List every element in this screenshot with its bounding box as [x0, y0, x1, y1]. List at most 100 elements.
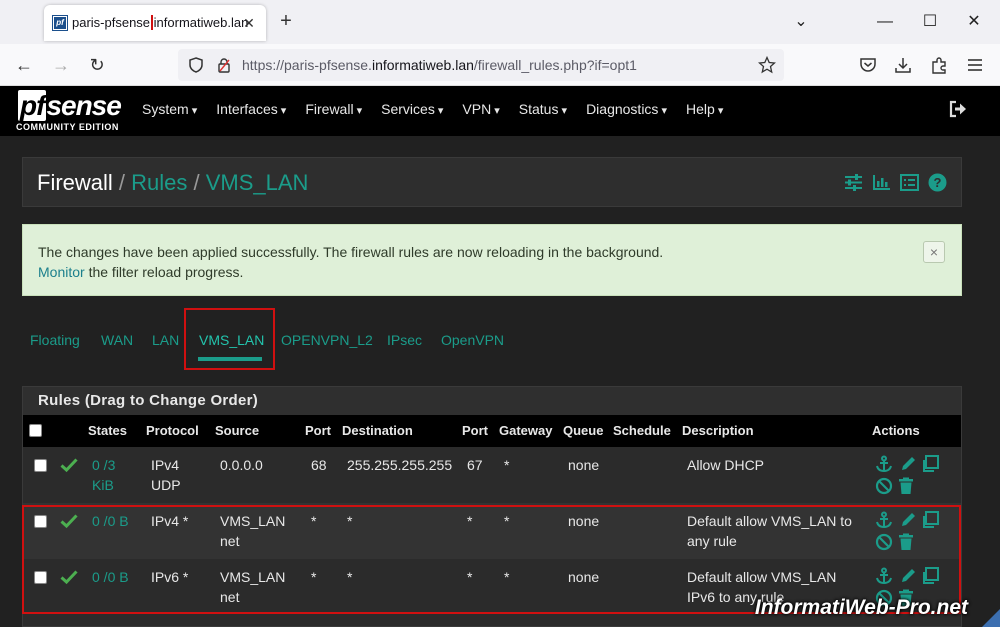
tab-lan[interactable]: LAN — [152, 332, 179, 348]
new-tab-icon[interactable]: + — [276, 11, 296, 32]
url-domain: informatiweb.lan — [371, 57, 474, 73]
disable-ban-icon[interactable] — [875, 477, 893, 495]
breadcrumb-vms-lan-link[interactable]: VMS_LAN — [206, 170, 309, 195]
back-icon[interactable]: ← — [14, 55, 34, 75]
queue-cell: none — [568, 457, 600, 473]
source-port-cell: * — [311, 513, 317, 529]
svg-text:?: ? — [934, 175, 942, 190]
states-line1: 0 /3 — [92, 457, 116, 473]
description-line1: Allow DHCP — [687, 457, 765, 473]
address-bar[interactable]: https://paris-pfsense.informatiweb.lan/f… — [178, 49, 784, 81]
protocol-line1: IPv6 * — [151, 569, 189, 585]
rules-table-header: States Protocol Source Port Destination … — [23, 415, 961, 447]
menu-help[interactable]: Help — [686, 101, 723, 117]
table-row[interactable]: 0 /3 KiB IPv4 UDP 0.0.0.0 68 255.255.255.2… — [23, 447, 961, 503]
breadcrumb-rules-link[interactable]: Rules — [131, 170, 187, 195]
hamburger-menu-icon[interactable] — [966, 56, 984, 74]
menu-vpn[interactable]: VPN — [462, 101, 499, 117]
select-all-checkbox[interactable] — [29, 424, 42, 437]
tab-openvpn-l2[interactable]: OPENVPN_L2 — [281, 332, 373, 348]
pass-check-icon[interactable] — [60, 513, 78, 529]
anchor-icon[interactable] — [875, 511, 893, 529]
delete-trash-icon[interactable] — [897, 533, 915, 551]
anchor-icon[interactable] — [875, 567, 893, 585]
tab-openvpn[interactable]: OpenVPN — [441, 332, 504, 348]
source-cell: VMS_LAN net — [220, 511, 285, 551]
pocket-icon[interactable] — [859, 56, 877, 74]
dest-port-cell: * — [467, 513, 473, 529]
delete-trash-icon[interactable] — [897, 477, 915, 495]
row-checkbox[interactable] — [34, 571, 47, 584]
description-cell: Allow DHCP — [687, 455, 764, 475]
menu-firewall[interactable]: Firewall — [305, 101, 362, 117]
states-cell[interactable]: 0 /0 B — [92, 511, 129, 531]
col-gateway: Gateway — [499, 423, 553, 438]
maximize-icon[interactable]: ☐ — [921, 13, 939, 31]
logo-sense: sense — [46, 90, 121, 121]
col-actions: Actions — [872, 423, 920, 438]
copy-icon[interactable] — [921, 455, 939, 473]
list-log-icon[interactable] — [900, 173, 919, 192]
alert-line2: the filter reload progress. — [84, 264, 244, 280]
menu-status[interactable]: Status — [519, 101, 567, 117]
tab-close-icon[interactable]: ✕ — [240, 14, 258, 32]
source-port-cell: 68 — [311, 457, 327, 473]
alert-close-button[interactable]: × — [923, 241, 945, 263]
pass-check-icon[interactable] — [60, 457, 78, 473]
source-line1: VMS_LAN — [220, 569, 286, 585]
tab-title-highlight: paris-pfsense — [72, 15, 154, 30]
row-checkbox[interactable] — [34, 459, 47, 472]
edit-pencil-icon[interactable] — [899, 567, 917, 585]
panel-heading: Rules (Drag to Change Order) — [23, 387, 961, 415]
forward-icon[interactable]: → — [51, 55, 71, 75]
pass-check-icon[interactable] — [60, 569, 78, 585]
edit-pencil-icon[interactable] — [899, 511, 917, 529]
breadcrumb-icons: ? — [844, 173, 947, 192]
source-line2: net — [220, 589, 240, 605]
disable-ban-icon[interactable] — [875, 533, 893, 551]
browser-tab[interactable]: pf paris-pfsense.informatiweb.lan ✕ — [44, 5, 266, 41]
monitor-link[interactable]: Monitor — [38, 264, 85, 280]
copy-icon[interactable] — [921, 511, 939, 529]
col-source: Source — [215, 423, 260, 438]
menu-interfaces[interactable]: Interfaces — [216, 101, 286, 117]
states-cell[interactable]: 0 /0 B — [92, 567, 129, 587]
menu-services[interactable]: Services — [381, 101, 443, 117]
description-line1: Default allow VMS_LAN — [687, 569, 837, 585]
tab-list-chevron-icon[interactable]: ⌄ — [792, 13, 810, 31]
menu-diagnostics[interactable]: Diagnostics — [586, 101, 667, 117]
reload-icon[interactable]: ↻ — [87, 55, 107, 75]
watermark: InformatiWeb-Pro.net — [754, 596, 968, 619]
logout-icon[interactable] — [948, 99, 968, 119]
extensions-icon[interactable] — [930, 56, 948, 74]
table-row[interactable]: 0 /0 B IPv4 * VMS_LAN net * * * * none De… — [23, 503, 961, 559]
copy-icon[interactable] — [921, 567, 939, 585]
download-icon[interactable] — [894, 56, 912, 74]
queue-cell: none — [568, 569, 600, 585]
edit-pencil-icon[interactable] — [899, 455, 917, 473]
tab-ipsec[interactable]: IPsec — [387, 332, 422, 348]
sliders-icon[interactable] — [844, 173, 863, 192]
success-alert: The changes have been applied successful… — [22, 224, 962, 296]
lock-icon[interactable] — [216, 57, 232, 73]
bar-chart-icon[interactable] — [872, 173, 891, 192]
gateway-cell: * — [504, 513, 510, 529]
anchor-icon[interactable] — [875, 455, 893, 473]
url-text: https://paris-pfsense.informatiweb.lan/f… — [242, 57, 637, 73]
pfsense-logo[interactable]: pfsense COMMUNITY EDITION — [16, 90, 126, 134]
bookmark-star-icon[interactable] — [758, 56, 776, 74]
states-cell[interactable]: 0 /3 KiB — [92, 455, 115, 495]
description-cell: Default allow VMS_LAN to any rule — [687, 511, 852, 551]
tab-wan[interactable]: WAN — [101, 332, 133, 348]
menu-system[interactable]: System — [142, 101, 197, 117]
row-checkbox[interactable] — [34, 515, 47, 528]
url-prefix: https://paris-pfsense. — [242, 57, 372, 73]
logo-word: pfsense — [18, 90, 122, 122]
tab-floating[interactable]: Floating — [30, 332, 80, 348]
minimize-icon[interactable]: — — [876, 13, 894, 31]
close-window-icon[interactable]: ✕ — [965, 13, 983, 31]
shield-icon[interactable] — [188, 57, 204, 73]
help-question-icon[interactable]: ? — [928, 173, 947, 192]
destination-cell: 255.255.255.255 — [347, 457, 453, 473]
pfsense-favicon-icon: pf — [52, 15, 68, 31]
